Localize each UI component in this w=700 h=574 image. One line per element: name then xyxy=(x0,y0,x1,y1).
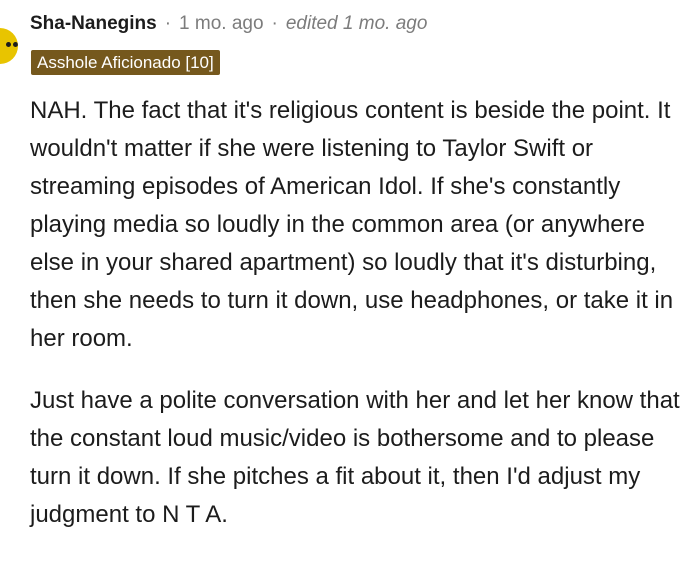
user-flair: Asshole Aficionado [10] xyxy=(31,50,220,75)
avatar-eye xyxy=(13,42,18,47)
comment-timestamp[interactable]: 1 mo. ago xyxy=(179,13,264,35)
meta-separator: · xyxy=(271,13,278,34)
comment-username[interactable]: Sha-Nanegins xyxy=(30,13,157,35)
meta-separator: · xyxy=(164,13,172,34)
comment-paragraph: Just have a polite conversation with her… xyxy=(30,387,680,528)
user-avatar[interactable] xyxy=(0,28,18,64)
avatar-eye xyxy=(6,42,11,47)
comment-header: Sha-Nanegins · 1 mo. ago · edited 1 mo. … xyxy=(30,10,427,38)
edited-timestamp: edited 1 mo. ago xyxy=(285,13,428,34)
comment-paragraph: NAH. The fact that it's religious conten… xyxy=(30,97,674,352)
comment-body: NAH. The fact that it's religious conten… xyxy=(30,92,680,558)
